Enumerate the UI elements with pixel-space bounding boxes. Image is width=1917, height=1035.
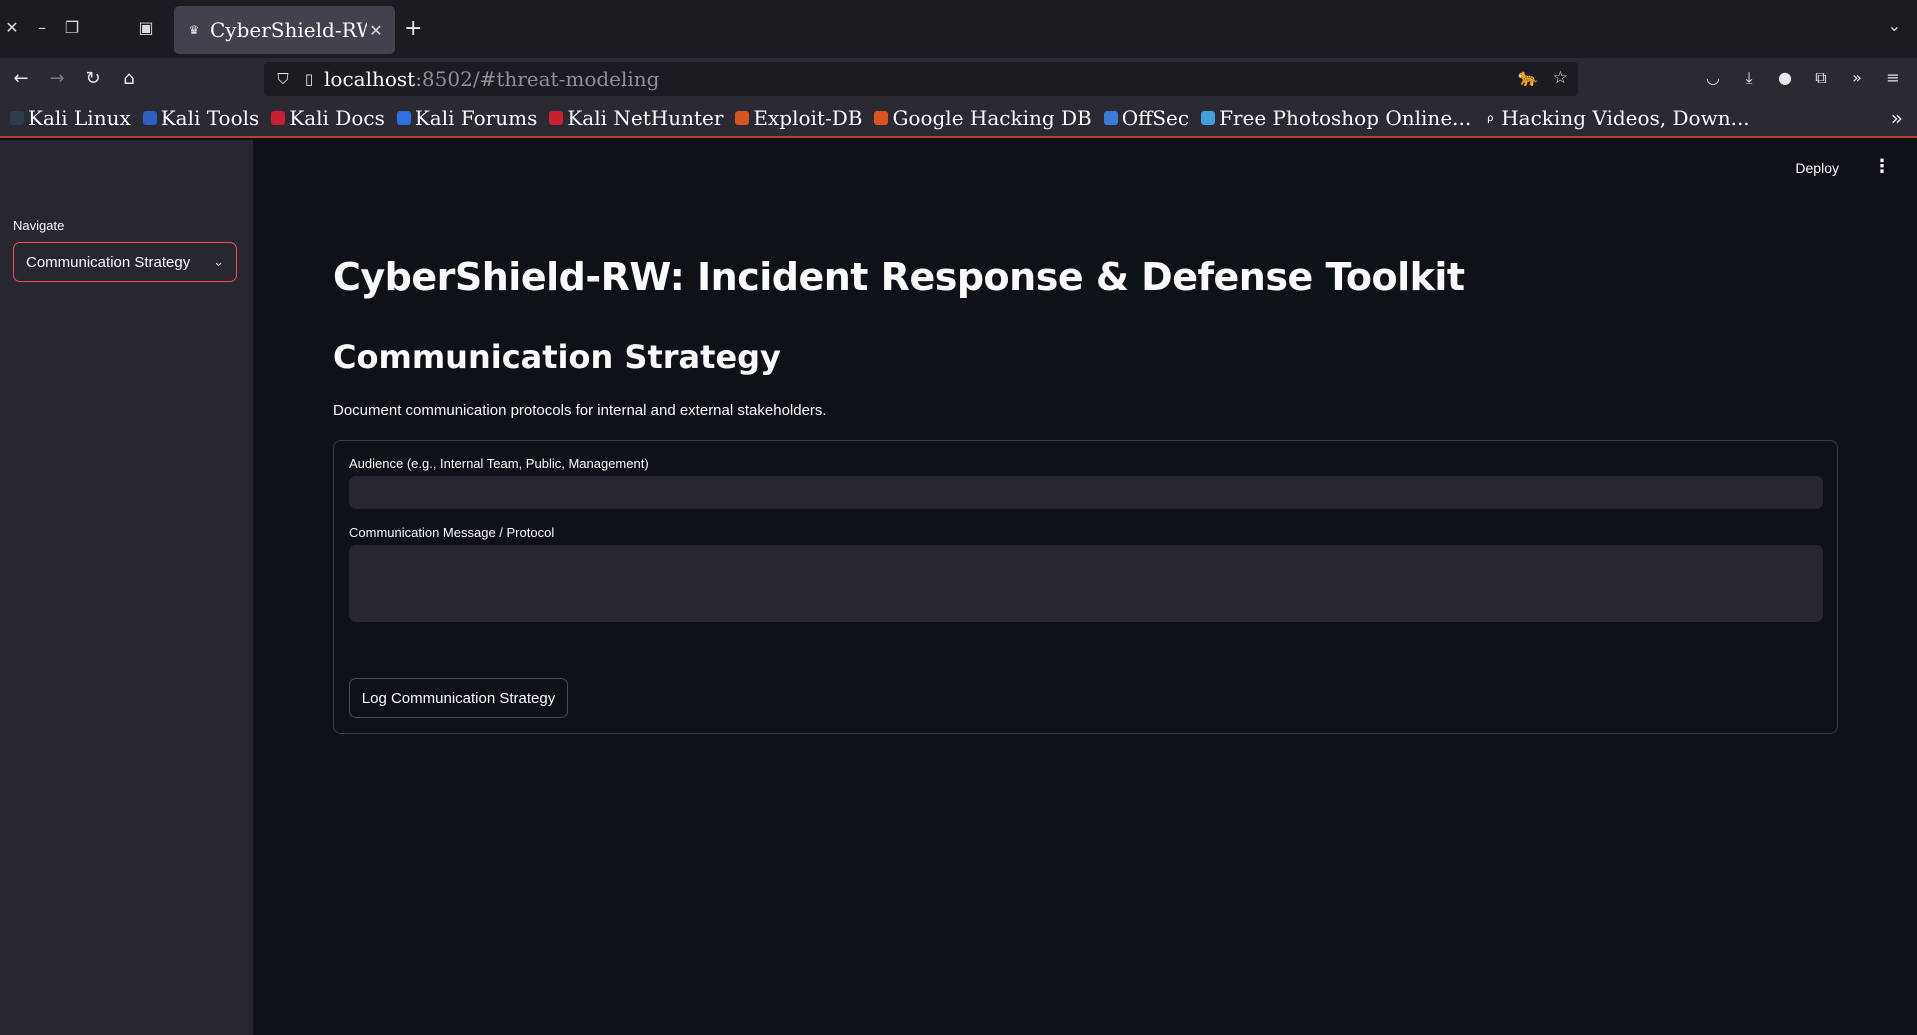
exploit-db-icon: [735, 111, 750, 125]
deploy-button[interactable]: Deploy: [1795, 160, 1839, 176]
forward-icon[interactable]: →: [44, 66, 70, 92]
tracking-icon[interactable]: 🐆: [1518, 68, 1539, 88]
window-restore-icon[interactable]: ❐: [60, 16, 84, 40]
menu-icon[interactable]: ≡: [1882, 68, 1904, 87]
url-path: :8502/#threat-modeling: [415, 67, 660, 91]
section-title: Communication Strategy: [333, 338, 781, 376]
streamlit-crown-icon: ♛: [188, 23, 200, 37]
log-communication-button[interactable]: Log Communication Strategy: [349, 678, 568, 718]
page-title: CyberShield-RW: Incident Response & Defe…: [333, 255, 1465, 299]
tab-close-icon[interactable]: ✕: [367, 21, 385, 40]
url-bar[interactable]: ⛉ ▯ localhost:8502/#threat-modeling 🐆 ☆: [264, 62, 1578, 96]
downloads-icon[interactable]: ⤓: [1738, 68, 1760, 88]
tab-title: CyberShield-RW: [210, 18, 367, 42]
audience-label: Audience (e.g., Internal Team, Public, M…: [349, 456, 649, 471]
message-textarea[interactable]: [349, 545, 1823, 622]
list-all-tabs-icon[interactable]: ⌄: [1888, 16, 1901, 35]
audience-input[interactable]: [349, 476, 1823, 509]
bookmark-item[interactable]: Google Hacking DB: [874, 106, 1092, 130]
bookmark-item[interactable]: Kali Tools: [142, 106, 259, 130]
main-content: Deploy ⋮ CyberShield-RW: Incident Respon…: [253, 140, 1917, 1035]
more-options-icon[interactable]: ⋮: [1873, 156, 1891, 177]
hacking-videos-icon: ⍴: [1487, 112, 1494, 124]
back-icon[interactable]: ←: [8, 66, 34, 92]
browser-tab-bar: ✕ – ❐ ▣ ♛ CyberShield-RW ✕ + ⌄: [0, 0, 1917, 58]
nethunter-icon: [549, 111, 564, 125]
bookmark-item[interactable]: OffSec: [1103, 106, 1189, 130]
pocket-icon[interactable]: ◡: [1702, 68, 1724, 87]
kali-docs-icon: [271, 111, 286, 125]
overflow-icon[interactable]: »: [1846, 68, 1868, 87]
bookmarks-bar: Kali Linux Kali Tools Kali Docs Kali For…: [0, 100, 1917, 138]
ghdb-icon: [874, 111, 889, 125]
kali-forums-icon: [396, 111, 411, 125]
browser-nav-bar: ← → ↻ ⌂ ⛉ ▯ localhost:8502/#threat-model…: [0, 58, 1917, 100]
window-close-icon[interactable]: ✕: [0, 16, 24, 40]
page-icon: ▯: [304, 70, 314, 88]
extensions-icon[interactable]: ⧉: [1810, 68, 1832, 88]
browser-tab-active[interactable]: ♛ CyberShield-RW ✕: [174, 6, 395, 54]
bookmark-item[interactable]: Free Photoshop Online...: [1201, 106, 1471, 130]
navigate-select[interactable]: Communication Strategy ⌄: [13, 242, 237, 282]
message-label: Communication Message / Protocol: [349, 525, 555, 540]
home-icon[interactable]: ⌂: [116, 66, 142, 92]
account-icon[interactable]: ●: [1774, 68, 1796, 87]
bookmarks-overflow-icon[interactable]: »: [1891, 106, 1903, 130]
offsec-icon: [1103, 111, 1118, 125]
bookmark-star-icon[interactable]: ☆: [1553, 68, 1568, 88]
sidebar: Navigate Communication Strategy ⌄: [0, 140, 253, 1035]
tab-manager-icon[interactable]: ▣: [134, 16, 158, 40]
kali-dragon-icon: [10, 111, 24, 125]
window-minimize-icon[interactable]: –: [30, 16, 54, 40]
new-tab-icon[interactable]: +: [404, 16, 422, 42]
bookmark-item[interactable]: ⍴ Hacking Videos, Down...: [1483, 106, 1750, 130]
reload-icon[interactable]: ↻: [80, 66, 106, 92]
photoshop-icon: [1201, 111, 1216, 125]
url-host: localhost: [324, 67, 416, 91]
bookmark-item[interactable]: Kali NetHunter: [549, 106, 723, 130]
chevron-down-icon: ⌄: [213, 254, 224, 270]
navigate-selected-value: Communication Strategy: [26, 253, 191, 271]
navigate-label: Navigate: [13, 218, 65, 233]
communication-form: Audience (e.g., Internal Team, Public, M…: [333, 440, 1838, 734]
bookmark-item[interactable]: Exploit-DB: [735, 106, 862, 130]
bookmark-item[interactable]: Kali Docs: [271, 106, 385, 130]
bookmark-item[interactable]: Kali Forums: [396, 106, 537, 130]
kali-tools-icon: [142, 111, 157, 125]
bookmark-item[interactable]: Kali Linux: [10, 106, 131, 130]
section-description: Document communication protocols for int…: [333, 402, 827, 419]
shield-icon[interactable]: ⛉: [272, 70, 294, 88]
